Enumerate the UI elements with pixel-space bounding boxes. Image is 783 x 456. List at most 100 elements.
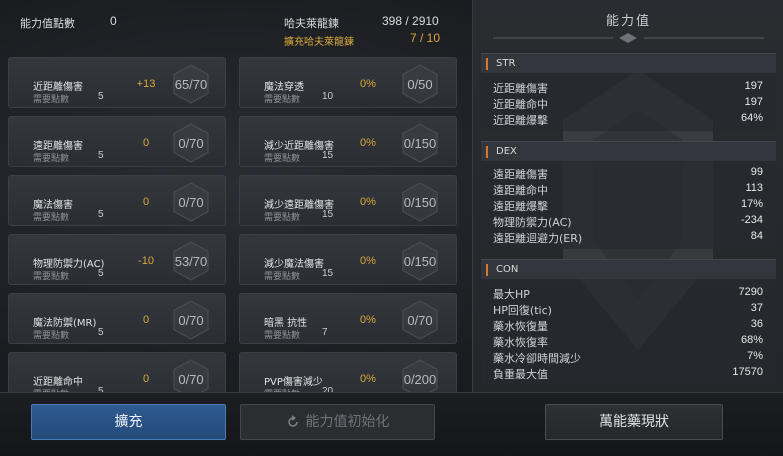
- stat-card[interactable]: 物理防禦力(AC) 需要點數 5 -10 53/70: [8, 234, 226, 285]
- stat-name: 遠距離傷害: [33, 141, 83, 152]
- stat-row: 最大HP 7290: [493, 286, 763, 301]
- stat-value: 0/150: [403, 254, 437, 269]
- stat-bonus: 0%: [360, 196, 376, 208]
- stat-row: HP回復(tic) 37: [493, 302, 763, 317]
- stat-row: 遠距離命中 113: [493, 182, 763, 197]
- need-points-label: 需要點數: [264, 213, 301, 223]
- stat-bonus: 0: [142, 137, 150, 149]
- stat-value: 65/70: [174, 77, 208, 92]
- stat-row: 物理防禦力(AC) -234: [493, 214, 763, 229]
- stats-window: 能力值點數 0 哈夫萊龍鍊 398 / 2910 擴充哈夫萊龍鍊 7 / 10 …: [0, 0, 783, 456]
- stat-name: 近距離傷害: [33, 82, 83, 93]
- need-points-value: 5: [98, 327, 104, 338]
- stat-card[interactable]: 遠距離傷害需要點數 5 0 0/70: [8, 116, 226, 167]
- section-dex-header: DEX: [481, 141, 776, 161]
- ha-expand-value: 7 / 10: [410, 31, 441, 45]
- need-points-label: 需要點數: [264, 95, 301, 105]
- ha-label: 哈夫萊龍鍊: [284, 17, 339, 30]
- section-str-body: 近距離傷害 197 近距離命中 197 近距離爆擊 64%: [481, 73, 776, 131]
- stat-bonus: 0%: [360, 78, 376, 90]
- need-points-label: 需要點數: [264, 331, 301, 341]
- section-str-header: STR: [481, 53, 776, 73]
- section-con-header: CON: [481, 259, 776, 279]
- stat-name: 物理防禦力(AC): [33, 259, 105, 270]
- stat-value: 0/200: [403, 372, 437, 387]
- stat-row: 藥水恢復率 68%: [493, 334, 763, 349]
- stat-name: 暗黑 抗性: [264, 318, 308, 329]
- stat-row: 近距離命中 197: [493, 96, 763, 111]
- need-points-value: 15: [322, 268, 334, 279]
- panel-title: 能力值: [605, 14, 651, 29]
- reset-stats-button[interactable]: 能力值初始化: [240, 404, 435, 440]
- points-label: 能力值點數: [20, 17, 75, 30]
- stat-value: 0/70: [407, 313, 433, 328]
- stat-row: 藥水恢復量 36: [493, 318, 763, 333]
- stat-row: 負重最大值 17570: [493, 366, 763, 381]
- stat-card[interactable]: 減少遠距離傷害 需要點數 15 0% 0/150: [239, 175, 457, 226]
- stat-name: 魔法穿透: [264, 82, 304, 93]
- stat-row: 近距離爆擊 64%: [493, 112, 763, 127]
- need-points-label: 需要點數: [264, 272, 301, 282]
- need-points-value: 15: [322, 150, 334, 161]
- stat-name: 魔法防禦(MR): [33, 318, 97, 329]
- section-dex-label: DEX: [496, 146, 517, 157]
- need-points-value: 5: [98, 91, 104, 102]
- stat-card[interactable]: 減少近距離傷害 需要點數 15 0% 0/150: [239, 116, 457, 167]
- need-points-value: 15: [322, 209, 334, 220]
- stat-name: 魔法傷害: [33, 200, 73, 211]
- stat-card[interactable]: 暗黑 抗性需要點數 7 0% 0/70: [239, 293, 457, 344]
- stat-card[interactable]: 魔法穿透需要點數 10 0% 0/50: [239, 57, 457, 108]
- stat-card[interactable]: 近距離傷害需要點數 5 +13 65/70: [8, 57, 226, 108]
- section-con-body: 最大HP 7290 HP回復(tic) 37 藥水恢復量 36 藥水恢復率 68% 藥水…: [481, 279, 776, 385]
- expand-button[interactable]: 擴充: [31, 404, 226, 440]
- points-value: 0: [110, 14, 117, 28]
- ha-expand-label: 擴充哈夫萊龍鍊: [284, 37, 354, 48]
- section-dex-body: 遠距離傷害 99 遠距離命中 113 遠距離爆擊 17% 物理防禦力(AC) -234 …: [481, 161, 776, 249]
- need-points-label: 需要點數: [33, 272, 70, 282]
- title-ornament: [493, 33, 764, 43]
- stat-bonus: 0: [142, 373, 150, 385]
- stat-value: 0/70: [178, 195, 204, 210]
- need-points-label: 需要點數: [264, 154, 301, 164]
- stat-value: 0/70: [178, 372, 204, 387]
- potion-status-button[interactable]: 萬能藥現狀: [545, 404, 723, 440]
- stat-name: PVP傷害減少: [264, 377, 323, 388]
- stat-row: 近距離傷害 197: [493, 80, 763, 95]
- need-points-label: 需要點數: [33, 213, 70, 223]
- stat-value: 0/150: [403, 195, 437, 210]
- stat-card[interactable]: 魔法傷害 需要點數 5 0 0/70: [8, 175, 226, 226]
- stat-name: 近距離命中: [33, 377, 83, 388]
- stat-bonus: +13: [136, 78, 156, 90]
- need-points-label: 需要點數: [33, 154, 70, 164]
- reset-icon: [287, 415, 298, 427]
- stat-bonus: 0%: [360, 314, 376, 326]
- stat-card[interactable]: 魔法防禦(MR) 需要點數 5 0 0/70: [8, 293, 226, 344]
- stat-value: 0/150: [403, 136, 437, 151]
- stat-card[interactable]: 減少魔法傷害 需要點數 15 0% 0/150: [239, 234, 457, 285]
- stat-row: 遠距離迴避力(ER) 84: [493, 230, 763, 245]
- stat-value: 0/70: [178, 136, 204, 151]
- stat-row: 遠距離爆擊 17%: [493, 198, 763, 213]
- stat-bonus: 0: [142, 196, 150, 208]
- need-points-label: 需要點數: [33, 331, 70, 341]
- stat-row: 遠距離傷害 99: [493, 166, 763, 181]
- stat-name: 減少魔法傷害: [264, 259, 324, 270]
- need-points-value: 5: [98, 268, 104, 279]
- stat-value: 0/50: [407, 77, 433, 92]
- stats-panel: 能力值 STR 近距離傷害 197 近距離命中 197 近距離爆擊 64% DEX 遠…: [472, 0, 783, 392]
- stat-bonus: 0%: [360, 137, 376, 149]
- stat-bonus: 0: [142, 314, 150, 326]
- need-points-label: 需要點數: [33, 95, 70, 105]
- section-str-label: STR: [496, 58, 516, 69]
- need-points-value: 7: [322, 327, 328, 338]
- stat-row: 藥水冷卻時間減少 7%: [493, 350, 763, 365]
- need-points-value: 5: [98, 150, 104, 161]
- reset-label: 能力值初始化: [305, 414, 390, 430]
- ha-value: 398 / 2910: [382, 14, 439, 28]
- need-points-value: 10: [322, 91, 334, 102]
- stat-value: 0/70: [178, 313, 204, 328]
- section-con-label: CON: [496, 264, 519, 275]
- stat-bonus: 0%: [360, 373, 376, 385]
- stat-bonus: -10: [138, 255, 154, 267]
- stat-bonus: 0%: [360, 255, 376, 267]
